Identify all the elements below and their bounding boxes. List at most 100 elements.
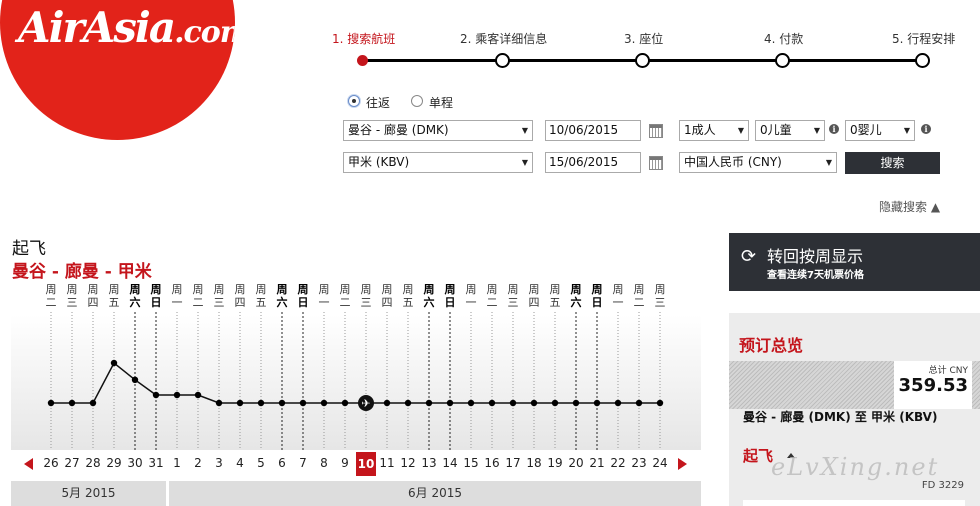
total-box: 总计 CNY 359.53 — [729, 361, 980, 409]
weekday-label: 周四 — [87, 283, 99, 309]
fare-point[interactable] — [299, 399, 307, 407]
fare-point[interactable] — [383, 399, 391, 407]
fare-point[interactable] — [257, 399, 265, 407]
fare-point[interactable] — [194, 391, 202, 399]
date-20[interactable]: 20 — [566, 456, 586, 470]
date-12[interactable]: 12 — [398, 456, 418, 470]
summary-route: 曼谷 - 廊曼 (DMK) 至 甲米 (KBV) — [743, 410, 938, 424]
currency-select[interactable]: 中国人民币 (CNY) — [679, 152, 837, 173]
depart-calendar-icon[interactable] — [649, 124, 663, 138]
date-13[interactable]: 13 — [419, 456, 439, 470]
date-28[interactable]: 28 — [83, 456, 103, 470]
date-1[interactable]: 1 — [167, 456, 187, 470]
fare-point[interactable] — [467, 399, 475, 407]
search-button[interactable]: 搜索 — [845, 152, 940, 174]
date-7[interactable]: 7 — [293, 456, 313, 470]
fare-point[interactable] — [152, 391, 160, 399]
fare-point[interactable] — [278, 399, 286, 407]
fare-point[interactable] — [509, 399, 517, 407]
date-31[interactable]: 31 — [146, 456, 166, 470]
weekday-label: 周五 — [549, 283, 561, 309]
weekday-label: 周日 — [297, 283, 309, 309]
fare-point[interactable] — [68, 399, 76, 407]
origin-select[interactable]: 曼谷 - 廊曼 (DMK) — [343, 120, 533, 141]
round-trip-radio[interactable] — [348, 95, 360, 107]
infants-select[interactable]: 0婴儿 — [845, 120, 915, 141]
weekday-label: 周一 — [465, 283, 477, 309]
date-5[interactable]: 5 — [251, 456, 271, 470]
fare-point[interactable] — [131, 376, 139, 383]
fare-point[interactable] — [110, 359, 118, 367]
date-22[interactable]: 22 — [608, 456, 628, 470]
weekday-label: 周二 — [486, 283, 498, 309]
date-10[interactable]: 10 — [356, 452, 376, 476]
weekday-label: 周五 — [255, 283, 267, 309]
children-info-icon[interactable]: i — [829, 124, 839, 134]
fare-point[interactable] — [215, 399, 223, 407]
one-way-radio[interactable] — [411, 95, 423, 107]
one-way-label: 单程 — [429, 96, 454, 110]
date-27[interactable]: 27 — [62, 456, 82, 470]
fare-point[interactable] — [572, 399, 580, 407]
fare-point[interactable] — [173, 391, 181, 399]
date-17[interactable]: 17 — [503, 456, 523, 470]
date-6[interactable]: 6 — [272, 456, 292, 470]
date-4[interactable]: 4 — [230, 456, 250, 470]
date-30[interactable]: 30 — [125, 456, 145, 470]
fare-point[interactable] — [551, 399, 559, 407]
date-15[interactable]: 15 — [461, 456, 481, 470]
weekday-label: 周四 — [234, 283, 246, 309]
fare-point[interactable] — [47, 399, 55, 407]
switch-week-view-button[interactable]: ⟳ 转回按周显示 查看连续7天机票价格 — [729, 233, 980, 291]
fare-point[interactable] — [89, 399, 97, 407]
date-8[interactable]: 8 — [314, 456, 334, 470]
fare-point[interactable] — [635, 399, 643, 407]
adults-select[interactable]: 1成人 — [679, 120, 749, 141]
date-24[interactable]: 24 — [650, 456, 670, 470]
prev-dates-arrow[interactable] — [24, 458, 33, 470]
fare-point[interactable] — [446, 399, 454, 407]
fare-point[interactable] — [656, 399, 664, 407]
summary-detail-area — [743, 500, 965, 506]
total-inner: 总计 CNY 359.53 — [894, 361, 972, 409]
fare-point[interactable] — [530, 399, 538, 407]
step-search-flights: 1. 搜索航班 — [332, 32, 396, 46]
fare-point[interactable] — [320, 399, 328, 407]
fare-point[interactable] — [404, 399, 412, 407]
infants-info-icon[interactable]: i — [921, 124, 931, 134]
airasia-logo[interactable]: AirAsia.com — [0, 0, 235, 140]
date-21[interactable]: 21 — [587, 456, 607, 470]
fare-point[interactable] — [488, 399, 496, 407]
return-calendar-icon[interactable] — [649, 156, 663, 170]
date-11[interactable]: 11 — [377, 456, 397, 470]
weekday-label: 周六 — [570, 283, 582, 309]
destination-select[interactable]: 甲米 (KBV) — [343, 152, 533, 173]
hide-search-link[interactable]: 隐藏搜索 ▲ — [879, 198, 940, 215]
return-date-input[interactable]: 15/06/2015 — [545, 152, 641, 173]
date-2[interactable]: 2 — [188, 456, 208, 470]
children-select[interactable]: 0儿童 — [755, 120, 825, 141]
fare-point[interactable] — [614, 399, 622, 407]
step-dot-4 — [775, 53, 790, 68]
fare-point[interactable] — [593, 399, 601, 407]
date-3[interactable]: 3 — [209, 456, 229, 470]
date-23[interactable]: 23 — [629, 456, 649, 470]
fare-point[interactable] — [341, 399, 349, 407]
step-dot-5 — [915, 53, 930, 68]
date-14[interactable]: 14 — [440, 456, 460, 470]
date-19[interactable]: 19 — [545, 456, 565, 470]
date-29[interactable]: 29 — [104, 456, 124, 470]
date-16[interactable]: 16 — [482, 456, 502, 470]
weekday-label: 周一 — [171, 283, 183, 309]
step-dot-2 — [495, 53, 510, 68]
depart-date-input[interactable]: 10/06/2015 — [545, 120, 641, 141]
date-9[interactable]: 9 — [335, 456, 355, 470]
summary-depart-toggle[interactable]: 起飞 — [743, 445, 773, 466]
weekday-label: 周日 — [591, 283, 603, 309]
fare-point[interactable] — [425, 399, 433, 407]
date-18[interactable]: 18 — [524, 456, 544, 470]
weekday-label: 周日 — [150, 283, 162, 309]
next-dates-arrow[interactable] — [678, 458, 687, 470]
date-26[interactable]: 26 — [41, 456, 61, 470]
fare-point[interactable] — [236, 399, 244, 407]
